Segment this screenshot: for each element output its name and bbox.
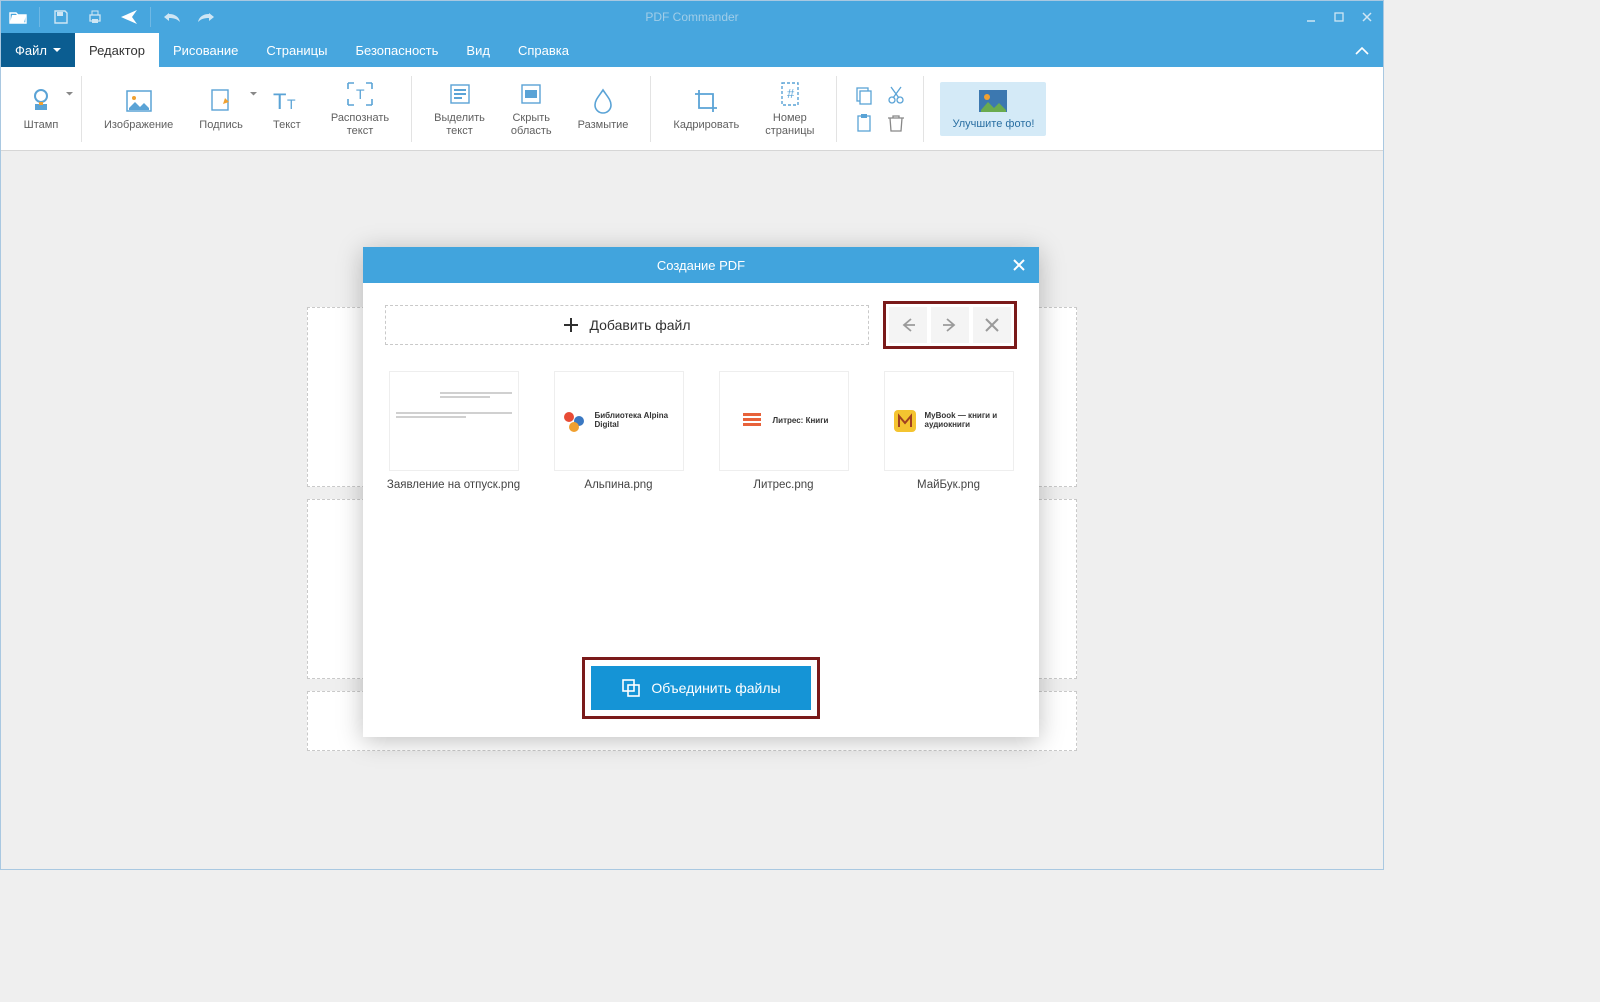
file-item[interactable]: Заявление на отпуск.png (385, 371, 522, 491)
menu-security[interactable]: Безопасность (341, 33, 452, 67)
signature-button[interactable]: Подпись (189, 82, 253, 136)
menu-help[interactable]: Справка (504, 33, 583, 67)
merge-label: Объединить файлы (651, 680, 780, 696)
minimize-icon[interactable] (1299, 5, 1323, 29)
print-icon[interactable] (78, 1, 112, 33)
hide-label: Скрыть область (511, 112, 552, 137)
merge-icon (621, 678, 641, 698)
highlight-button[interactable]: Выделить текст (424, 75, 495, 141)
create-pdf-dialog: Создание PDF Добавить файл (363, 247, 1039, 737)
redo-icon[interactable] (189, 1, 223, 33)
image-label: Изображение (104, 119, 173, 132)
menu-pages[interactable]: Страницы (252, 33, 341, 67)
promo-icon (977, 88, 1009, 114)
file-thumbnail: Литрес: Книги (719, 371, 849, 471)
nav-group (883, 301, 1017, 349)
collapse-ribbon-icon[interactable] (1349, 38, 1375, 62)
dialog-header: Создание PDF (363, 247, 1039, 283)
add-file-label: Добавить файл (589, 317, 690, 333)
hide-icon (519, 79, 543, 109)
app-title: PDF Commander (645, 10, 738, 24)
dialog-close-icon[interactable] (1007, 253, 1031, 277)
app-window: PDF Commander Файл Редактор Рисование Ст… (0, 0, 1384, 870)
signature-icon (209, 86, 233, 116)
text-icon: TT (273, 86, 301, 116)
save-icon[interactable] (44, 1, 78, 33)
file-name: МайБук.png (917, 479, 980, 491)
svg-text:T: T (287, 96, 296, 112)
maximize-icon[interactable] (1327, 5, 1351, 29)
stamp-label: Штамп (24, 119, 59, 132)
paste-icon[interactable] (853, 112, 875, 134)
stamp-button[interactable]: Штамп (13, 82, 69, 136)
signature-label: Подпись (199, 119, 243, 132)
blur-button[interactable]: Размытие (568, 82, 639, 136)
highlight-label: Выделить текст (434, 112, 485, 137)
titlebar: PDF Commander (1, 1, 1383, 33)
highlight-icon (448, 79, 472, 109)
pagenum-icon: # (778, 79, 802, 109)
copy-icon[interactable] (853, 84, 875, 106)
svg-text:#: # (787, 86, 795, 101)
delete-icon[interactable] (885, 112, 907, 134)
ocr-button[interactable]: T Распознать текст (321, 75, 399, 141)
menu-file[interactable]: Файл (1, 33, 75, 67)
plus-icon (563, 317, 579, 333)
file-item[interactable]: MyBook — книги и аудиокниги МайБук.png (880, 371, 1017, 491)
prev-button[interactable] (889, 307, 927, 343)
remove-button[interactable] (973, 307, 1011, 343)
menu-editor[interactable]: Редактор (75, 33, 159, 67)
chevron-down-icon (250, 92, 257, 96)
files-grid: Заявление на отпуск.png Библиотека Alpin… (385, 371, 1017, 491)
blur-label: Размытие (578, 119, 629, 132)
text-label: Текст (273, 119, 301, 132)
text-button[interactable]: TT Текст (259, 82, 315, 136)
stamp-icon (28, 86, 54, 116)
cut-icon[interactable] (885, 84, 907, 106)
chevron-down-icon (66, 92, 73, 96)
file-name: Альпина.png (584, 479, 652, 491)
next-button[interactable] (931, 307, 969, 343)
promo-button[interactable]: Улучшите фото! (940, 82, 1046, 136)
promo-label: Улучшите фото! (952, 118, 1034, 130)
ocr-icon: T (346, 79, 374, 109)
menu-view[interactable]: Вид (452, 33, 504, 67)
ribbon: Штамп Изображение Подпись TT Текст T Рас… (1, 67, 1383, 151)
file-item[interactable]: Литрес: Книги Литрес.png (715, 371, 852, 491)
pagenum-label: Номер страницы (765, 112, 814, 137)
chevron-down-icon (53, 48, 61, 53)
file-name: Заявление на отпуск.png (387, 479, 520, 491)
file-item[interactable]: Библиотека Alpina Digital Альпина.png (550, 371, 687, 491)
merge-button[interactable]: Объединить файлы (591, 666, 811, 710)
dialog-title: Создание PDF (657, 258, 745, 273)
file-thumbnail: Библиотека Alpina Digital (554, 371, 684, 471)
menu-file-label: Файл (15, 43, 47, 58)
clipboard-group (849, 82, 911, 136)
crop-label: Кадрировать (673, 119, 739, 132)
send-icon[interactable] (112, 1, 146, 33)
menu-drawing[interactable]: Рисование (159, 33, 252, 67)
crop-icon (693, 86, 719, 116)
image-icon (126, 86, 152, 116)
open-icon[interactable] (1, 1, 35, 33)
blur-icon (593, 86, 613, 116)
svg-text:T: T (356, 86, 365, 102)
close-icon[interactable] (1355, 5, 1379, 29)
add-file-button[interactable]: Добавить файл (385, 305, 869, 345)
merge-highlight: Объединить файлы (582, 657, 820, 719)
crop-button[interactable]: Кадрировать (663, 82, 749, 136)
ocr-label: Распознать текст (331, 112, 389, 137)
menubar: Файл Редактор Рисование Страницы Безопас… (1, 33, 1383, 67)
image-button[interactable]: Изображение (94, 82, 183, 136)
file-name: Литрес.png (753, 479, 813, 491)
file-thumbnail: MyBook — книги и аудиокниги (884, 371, 1014, 471)
svg-text:T: T (273, 89, 286, 113)
file-thumbnail (389, 371, 519, 471)
hide-button[interactable]: Скрыть область (501, 75, 562, 141)
undo-icon[interactable] (155, 1, 189, 33)
pagenum-button[interactable]: # Номер страницы (755, 75, 824, 141)
